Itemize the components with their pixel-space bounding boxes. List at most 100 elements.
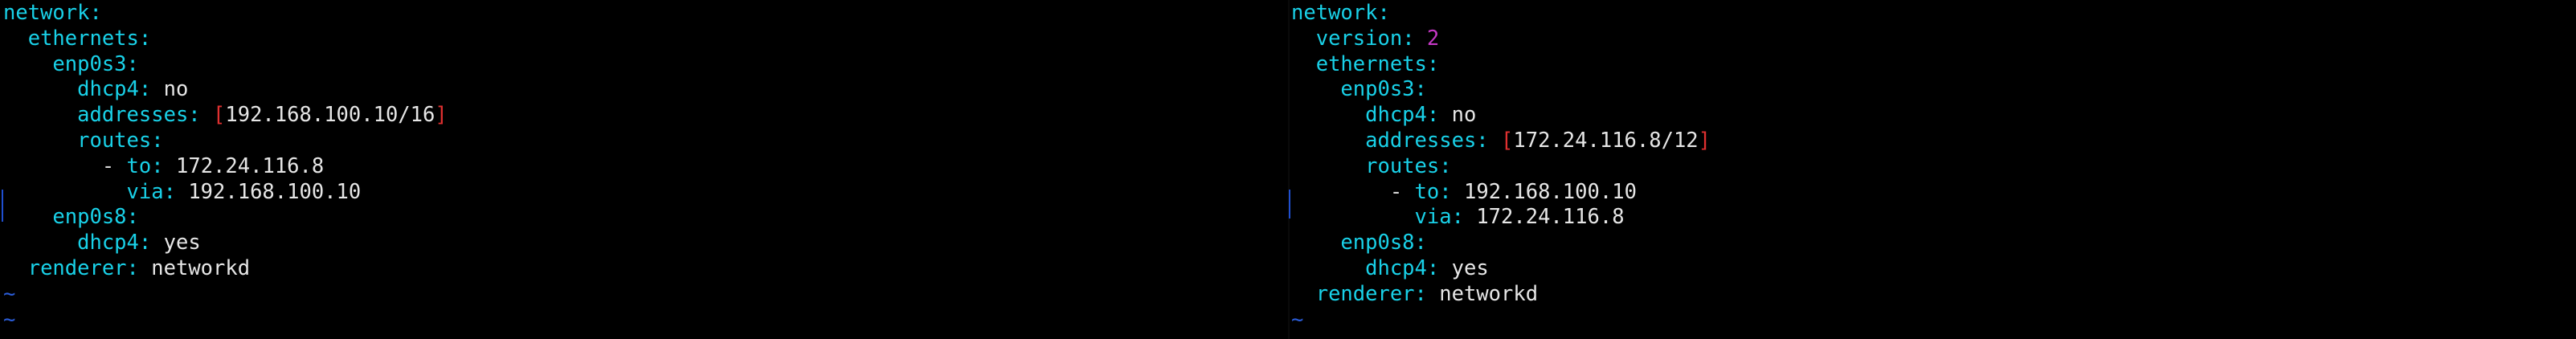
yaml-indent [1291, 129, 1365, 153]
yaml-value: networkd [1439, 281, 1539, 306]
yaml-key: dhcp4 [1365, 103, 1427, 128]
yaml-value: 172.24.116.8/12 [1513, 128, 1699, 153]
yaml-key: routes [1365, 153, 1440, 178]
yaml-separator: : [1439, 179, 1464, 204]
yaml-line[interactable]: enp0s3: [1291, 77, 1711, 103]
yaml-number-value: 2 [1426, 26, 1440, 51]
yaml-bracket-open: [ [213, 103, 226, 128]
yaml-line[interactable]: network: [3, 1, 448, 27]
yaml-indent [3, 154, 102, 178]
yaml-value: no [163, 77, 189, 102]
yaml-separator: : [1476, 128, 1502, 153]
yaml-line[interactable]: addresses: [192.168.100.10/16] [3, 103, 448, 129]
right-cursor-gutter-marker [1289, 190, 1290, 219]
yaml-line[interactable]: - to: 172.24.116.8 [3, 154, 448, 180]
yaml-separator: : [151, 128, 164, 153]
yaml-key: via [126, 179, 164, 204]
yaml-line[interactable]: addresses: [172.24.116.8/12] [1291, 129, 1711, 154]
yaml-line[interactable]: routes: [1291, 154, 1711, 180]
yaml-indent [3, 27, 28, 51]
yaml-editor-right[interactable]: network: version: 2 ethernets: enp0s3: d… [1291, 1, 1711, 333]
yaml-separator: : [1414, 281, 1440, 306]
yaml-value: yes [1451, 255, 1489, 280]
yaml-line[interactable]: dhcp4: yes [1291, 256, 1711, 282]
yaml-separator: : [151, 153, 176, 178]
left-cursor-gutter-marker [2, 190, 3, 222]
yaml-line[interactable]: ethernets: [3, 27, 448, 52]
yaml-separator: : [126, 205, 139, 230]
yaml-value: no [1451, 103, 1477, 128]
yaml-indent [1291, 27, 1316, 51]
yaml-indent [3, 231, 77, 255]
yaml-bracket-close: ] [1698, 128, 1711, 153]
yaml-line[interactable]: renderer: networkd [1291, 282, 1711, 308]
yaml-separator: : [126, 255, 152, 280]
yaml-indent [1291, 205, 1415, 229]
yaml-key: enp0s8 [52, 205, 127, 230]
yaml-editor-left[interactable]: network: ethernets: enp0s3: dhcp4: no ad… [3, 1, 448, 333]
yaml-key: enp0s3 [52, 51, 127, 76]
yaml-indent [3, 52, 52, 76]
yaml-separator: : [1402, 26, 1427, 51]
yaml-key: dhcp4 [77, 77, 139, 102]
yaml-value: 172.24.116.8 [175, 153, 325, 178]
yaml-separator: : [1414, 77, 1427, 102]
yaml-line[interactable]: - to: 192.168.100.10 [1291, 180, 1711, 206]
yaml-indent [3, 205, 52, 229]
yaml-indent [3, 180, 127, 204]
yaml-line[interactable]: dhcp4: yes [3, 231, 448, 256]
yaml-key: enp0s3 [1340, 77, 1415, 102]
yaml-value: 192.168.100.10 [188, 179, 362, 204]
yaml-line[interactable]: enp0s3: [3, 52, 448, 78]
yaml-separator: : [1426, 51, 1440, 76]
pane-divider [1288, 0, 1290, 339]
yaml-line[interactable]: dhcp4: no [1291, 103, 1711, 129]
yaml-indent [1291, 103, 1365, 127]
yaml-line[interactable]: enp0s8: [3, 205, 448, 231]
yaml-indent [3, 103, 77, 127]
yaml-line[interactable]: enp0s8: [1291, 231, 1711, 256]
yaml-key: ethernets [1315, 51, 1427, 76]
yaml-value: 192.168.100.10/16 [225, 103, 435, 128]
yaml-bracket-close: ] [435, 103, 448, 128]
yaml-separator: : [89, 1, 102, 25]
empty-buffer-line: ~ [3, 282, 448, 308]
yaml-line[interactable]: dhcp4: no [3, 77, 448, 103]
yaml-key: dhcp4 [77, 231, 139, 255]
yaml-key: addresses [1365, 128, 1477, 153]
yaml-separator: : [1414, 231, 1427, 255]
left-editor-pane[interactable]: network: ethernets: enp0s3: dhcp4: no ad… [0, 0, 1288, 339]
yaml-indent [3, 256, 28, 280]
yaml-value: networkd [151, 255, 251, 280]
yaml-indent [3, 129, 77, 153]
yaml-separator: : [138, 231, 164, 255]
yaml-indent [1291, 256, 1365, 280]
end-of-buffer-tilde: ~ [1291, 307, 1304, 332]
yaml-line[interactable]: version: 2 [1291, 27, 1711, 52]
empty-buffer-line: ~ [1291, 308, 1711, 333]
yaml-line[interactable]: via: 172.24.116.8 [1291, 205, 1711, 231]
yaml-key: via [1414, 205, 1452, 230]
yaml-line[interactable]: renderer: networkd [3, 256, 448, 282]
yaml-indent [1291, 180, 1390, 204]
yaml-value: 172.24.116.8 [1476, 205, 1625, 230]
yaml-indent [1291, 77, 1340, 101]
yaml-value: 192.168.100.10 [1463, 179, 1637, 204]
yaml-line[interactable]: routes: [3, 129, 448, 154]
right-editor-pane[interactable]: network: version: 2 ethernets: enp0s3: d… [1288, 0, 2576, 339]
yaml-key: network [1291, 1, 1378, 25]
yaml-key: version [1315, 26, 1403, 51]
yaml-separator: : [1377, 1, 1390, 25]
yaml-line[interactable]: network: [1291, 1, 1711, 27]
yaml-key: renderer [1315, 281, 1415, 306]
yaml-key: ethernets [27, 26, 139, 51]
yaml-indent [1291, 154, 1365, 178]
yaml-list-dash: - [1389, 179, 1415, 204]
yaml-separator: : [138, 26, 152, 51]
yaml-separator: : [1426, 103, 1452, 128]
yaml-line[interactable]: via: 192.168.100.10 [3, 180, 448, 206]
yaml-indent [1291, 52, 1316, 76]
yaml-line[interactable]: ethernets: [1291, 52, 1711, 78]
end-of-buffer-tilde: ~ [3, 281, 16, 306]
yaml-separator: : [163, 179, 189, 204]
